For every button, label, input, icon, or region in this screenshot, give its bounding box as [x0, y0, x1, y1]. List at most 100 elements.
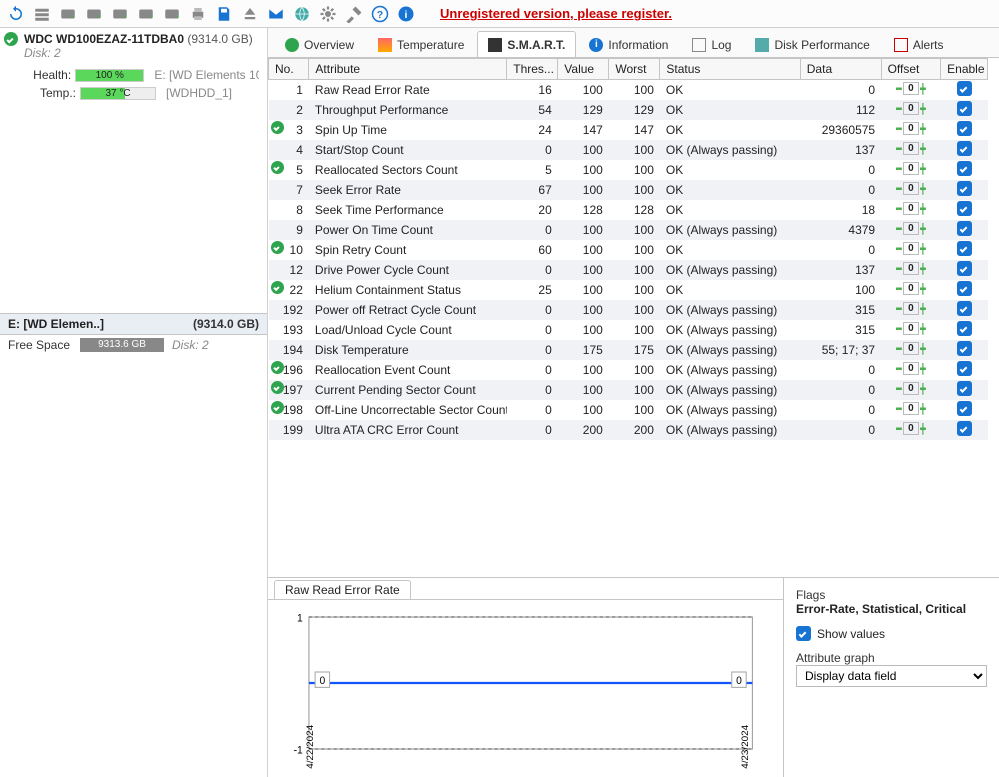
- offset-spinner[interactable]: 0: [896, 242, 926, 255]
- decrement-icon[interactable]: [896, 363, 902, 375]
- col-value[interactable]: Value: [558, 59, 609, 80]
- table-row[interactable]: 4Start/Stop Count0100100OK (Always passi…: [269, 140, 988, 160]
- table-row[interactable]: 192Power off Retract Cycle Count0100100O…: [269, 300, 988, 320]
- table-row[interactable]: 10Spin Retry Count60100100OK00: [269, 240, 988, 260]
- drive-icon[interactable]: [82, 3, 106, 25]
- offset-spinner[interactable]: 0: [896, 222, 926, 235]
- save-icon[interactable]: [212, 3, 236, 25]
- enable-checkbox[interactable]: [957, 161, 972, 176]
- col-data[interactable]: Data: [800, 59, 881, 80]
- increment-icon[interactable]: [920, 383, 926, 395]
- offset-spinner[interactable]: 0: [896, 302, 926, 315]
- enable-checkbox[interactable]: [957, 141, 972, 156]
- offset-spinner[interactable]: 0: [896, 262, 926, 275]
- disk-list-icon[interactable]: [30, 3, 54, 25]
- mail-icon[interactable]: [264, 3, 288, 25]
- chart-tab[interactable]: Raw Read Error Rate: [274, 580, 411, 599]
- enable-checkbox[interactable]: [957, 381, 972, 396]
- drive-icon[interactable]: [134, 3, 158, 25]
- increment-icon[interactable]: [920, 283, 926, 295]
- disk-header[interactable]: WDC WD100EZAZ-11TDBA0 (9314.0 GB) Disk: …: [0, 28, 267, 64]
- tools-icon[interactable]: [342, 3, 366, 25]
- decrement-icon[interactable]: [896, 283, 902, 295]
- decrement-icon[interactable]: [896, 303, 902, 315]
- decrement-icon[interactable]: [896, 83, 902, 95]
- enable-checkbox[interactable]: [957, 281, 972, 296]
- increment-icon[interactable]: [920, 83, 926, 95]
- enable-checkbox[interactable]: [957, 261, 972, 276]
- increment-icon[interactable]: [920, 363, 926, 375]
- increment-icon[interactable]: [920, 263, 926, 275]
- settings-icon[interactable]: [316, 3, 340, 25]
- increment-icon[interactable]: [920, 183, 926, 195]
- tab-overview[interactable]: Overview: [274, 31, 365, 57]
- decrement-icon[interactable]: [896, 263, 902, 275]
- offset-spinner[interactable]: 0: [896, 402, 926, 415]
- tab-disk-performance[interactable]: Disk Performance: [744, 31, 880, 57]
- smart-table-wrap[interactable]: No. Attribute Thres... Value Worst Statu…: [268, 58, 999, 577]
- offset-spinner[interactable]: 0: [896, 182, 926, 195]
- enable-checkbox[interactable]: [957, 121, 972, 136]
- tab-temperature[interactable]: Temperature: [367, 31, 475, 57]
- enable-checkbox[interactable]: [957, 301, 972, 316]
- increment-icon[interactable]: [920, 163, 926, 175]
- tab-smart[interactable]: S.M.A.R.T.: [477, 31, 576, 57]
- enable-checkbox[interactable]: [957, 241, 972, 256]
- table-row[interactable]: 5Reallocated Sectors Count5100100OK00: [269, 160, 988, 180]
- decrement-icon[interactable]: [896, 163, 902, 175]
- refresh-icon[interactable]: [4, 3, 28, 25]
- help-icon[interactable]: ?: [368, 3, 392, 25]
- increment-icon[interactable]: [920, 243, 926, 255]
- offset-spinner[interactable]: 0: [896, 142, 926, 155]
- enable-checkbox[interactable]: [957, 321, 972, 336]
- register-link[interactable]: Unregistered version, please register.: [440, 6, 672, 21]
- increment-icon[interactable]: [920, 323, 926, 335]
- table-row[interactable]: 199Ultra ATA CRC Error Count0200200OK (A…: [269, 420, 988, 440]
- increment-icon[interactable]: [920, 123, 926, 135]
- offset-spinner[interactable]: 0: [896, 362, 926, 375]
- increment-icon[interactable]: [920, 143, 926, 155]
- col-no[interactable]: No.: [269, 59, 309, 80]
- decrement-icon[interactable]: [896, 143, 902, 155]
- offset-spinner[interactable]: 0: [896, 282, 926, 295]
- col-worst[interactable]: Worst: [609, 59, 660, 80]
- table-row[interactable]: 8Seek Time Performance20128128OK180: [269, 200, 988, 220]
- drive-icon[interactable]: [160, 3, 184, 25]
- about-icon[interactable]: i: [394, 3, 418, 25]
- enable-checkbox[interactable]: [957, 421, 972, 436]
- table-row[interactable]: 3Spin Up Time24147147OK293605750: [269, 120, 988, 140]
- decrement-icon[interactable]: [896, 203, 902, 215]
- offset-spinner[interactable]: 0: [896, 122, 926, 135]
- increment-icon[interactable]: [920, 343, 926, 355]
- col-attribute[interactable]: Attribute: [309, 59, 507, 80]
- tab-information[interactable]: iInformation: [578, 31, 679, 57]
- offset-spinner[interactable]: 0: [896, 422, 926, 435]
- col-offset[interactable]: Offset: [881, 59, 941, 80]
- col-status[interactable]: Status: [660, 59, 800, 80]
- table-row[interactable]: 197Current Pending Sector Count0100100OK…: [269, 380, 988, 400]
- increment-icon[interactable]: [920, 203, 926, 215]
- table-row[interactable]: 193Load/Unload Cycle Count0100100OK (Alw…: [269, 320, 988, 340]
- enable-checkbox[interactable]: [957, 401, 972, 416]
- tab-alerts[interactable]: Alerts: [883, 31, 955, 57]
- table-row[interactable]: 7Seek Error Rate67100100OK00: [269, 180, 988, 200]
- offset-spinner[interactable]: 0: [896, 202, 926, 215]
- offset-spinner[interactable]: 0: [896, 162, 926, 175]
- decrement-icon[interactable]: [896, 103, 902, 115]
- drive-icon[interactable]: [56, 3, 80, 25]
- eject-icon[interactable]: [238, 3, 262, 25]
- offset-spinner[interactable]: 0: [896, 102, 926, 115]
- decrement-icon[interactable]: [896, 323, 902, 335]
- attr-graph-select[interactable]: Display data field: [796, 665, 987, 687]
- increment-icon[interactable]: [920, 103, 926, 115]
- decrement-icon[interactable]: [896, 343, 902, 355]
- decrement-icon[interactable]: [896, 243, 902, 255]
- print-icon[interactable]: [186, 3, 210, 25]
- table-row[interactable]: 12Drive Power Cycle Count0100100OK (Alwa…: [269, 260, 988, 280]
- enable-checkbox[interactable]: [957, 81, 972, 96]
- increment-icon[interactable]: [920, 223, 926, 235]
- increment-icon[interactable]: [920, 423, 926, 435]
- decrement-icon[interactable]: [896, 403, 902, 415]
- drive-icon[interactable]: [108, 3, 132, 25]
- globe-icon[interactable]: [290, 3, 314, 25]
